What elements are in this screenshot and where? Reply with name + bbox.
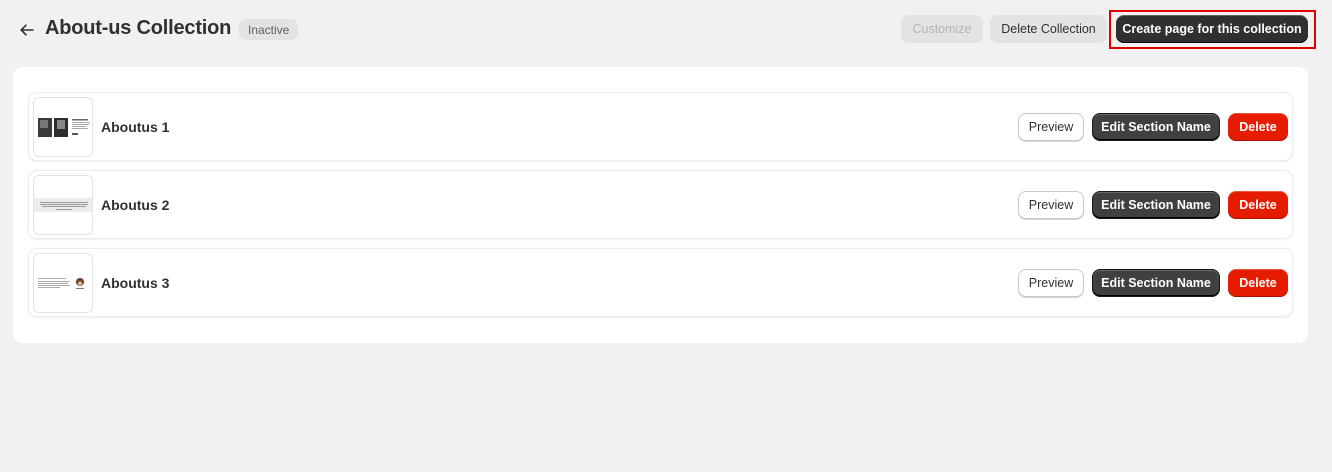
thumbnail-image xyxy=(38,278,84,289)
preview-button[interactable]: Preview xyxy=(1018,269,1084,297)
section-thumbnail[interactable] xyxy=(33,175,93,235)
section-thumbnail[interactable] xyxy=(33,97,93,157)
thumbnail-image xyxy=(38,118,90,137)
delete-collection-button[interactable]: Delete Collection xyxy=(990,15,1107,43)
section-row: Aboutus 3 Preview Edit Section Name Dele… xyxy=(29,249,1292,316)
delete-section-button[interactable]: Delete xyxy=(1228,269,1288,297)
status-badge: Inactive xyxy=(239,19,299,40)
sections-card: Aboutus 1 Preview Edit Section Name Dele… xyxy=(13,67,1308,343)
section-thumbnail[interactable] xyxy=(33,253,93,313)
customize-button[interactable]: Customize xyxy=(901,15,983,43)
page-header: About-us Collection Inactive Customize D… xyxy=(0,0,1332,60)
section-title: Aboutus 3 xyxy=(101,275,170,291)
preview-button[interactable]: Preview xyxy=(1018,191,1084,219)
section-title: Aboutus 1 xyxy=(101,119,170,135)
preview-button[interactable]: Preview xyxy=(1018,113,1084,141)
thumbnail-image xyxy=(34,198,92,212)
section-row: Aboutus 1 Preview Edit Section Name Dele… xyxy=(29,93,1292,160)
edit-section-name-button[interactable]: Edit Section Name xyxy=(1092,191,1220,219)
page-title: About-us Collection xyxy=(45,17,232,39)
section-row: Aboutus 2 Preview Edit Section Name Dele… xyxy=(29,171,1292,238)
arrow-left-icon xyxy=(20,24,34,36)
create-page-button[interactable]: Create page for this collection xyxy=(1116,15,1308,43)
section-title: Aboutus 2 xyxy=(101,197,170,213)
edit-section-name-button[interactable]: Edit Section Name xyxy=(1092,269,1220,297)
back-button[interactable] xyxy=(16,19,38,41)
edit-section-name-button[interactable]: Edit Section Name xyxy=(1092,113,1220,141)
delete-section-button[interactable]: Delete xyxy=(1228,191,1288,219)
delete-section-button[interactable]: Delete xyxy=(1228,113,1288,141)
